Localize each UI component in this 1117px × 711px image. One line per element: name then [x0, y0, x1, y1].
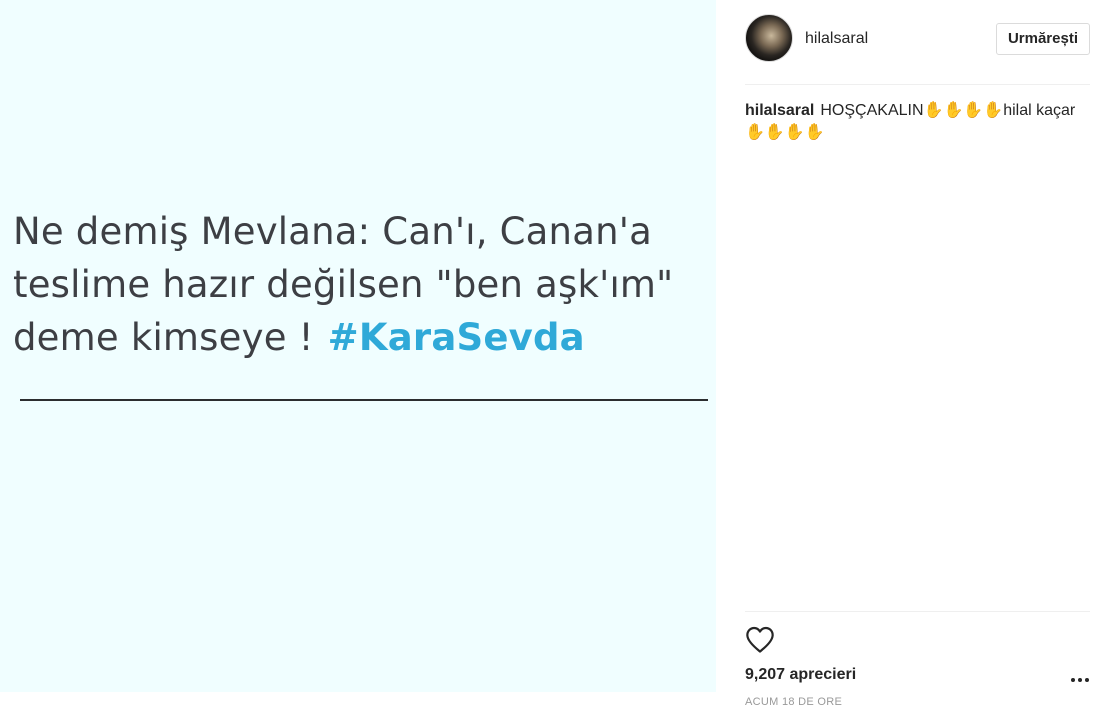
instagram-post-view: Ne demiş Mevlana: Can'ı, Canan'a teslime… [0, 0, 1117, 711]
ellipsis-icon [1071, 678, 1089, 682]
post-caption: hilalsaral HOŞÇAKALIN✋✋✋✋hilal kaçar✋✋✋✋ [745, 100, 1090, 144]
raised-hand-emoji-icon: ✋✋✋✋ [923, 102, 1004, 119]
caption-text-name: hilal kaçar [1003, 102, 1076, 119]
post-timestamp[interactable]: ACUM 18 DE ORE [745, 696, 842, 708]
likes-count[interactable]: 9,207 aprecieri [745, 666, 856, 684]
post-header: hilalsaral Urmărești [745, 14, 1090, 64]
quote-hashtag: #KaraSevda [327, 316, 585, 359]
post-image: Ne demiş Mevlana: Can'ı, Canan'a teslime… [0, 0, 716, 692]
quote-underline-divider [20, 399, 708, 401]
like-button[interactable] [745, 626, 775, 654]
quote-text-block: Ne demiş Mevlana: Can'ı, Canan'a teslime… [13, 205, 703, 364]
actions-divider [745, 611, 1090, 612]
heart-outline-icon [746, 626, 774, 653]
avatar[interactable] [745, 14, 793, 62]
header-divider [745, 84, 1090, 85]
post-side-panel: hilalsaral Urmărești hilalsaral HOŞÇAKALI… [745, 0, 1090, 711]
caption-username-link[interactable]: hilalsaral [745, 102, 814, 119]
header-username-link[interactable]: hilalsaral [805, 30, 868, 48]
raised-hand-emoji-icon: ✋✋✋✋ [745, 124, 825, 141]
more-options-button[interactable] [1070, 670, 1090, 690]
caption-text: HOŞÇAKALIN [820, 102, 924, 119]
follow-button[interactable]: Urmărești [995, 23, 1090, 55]
